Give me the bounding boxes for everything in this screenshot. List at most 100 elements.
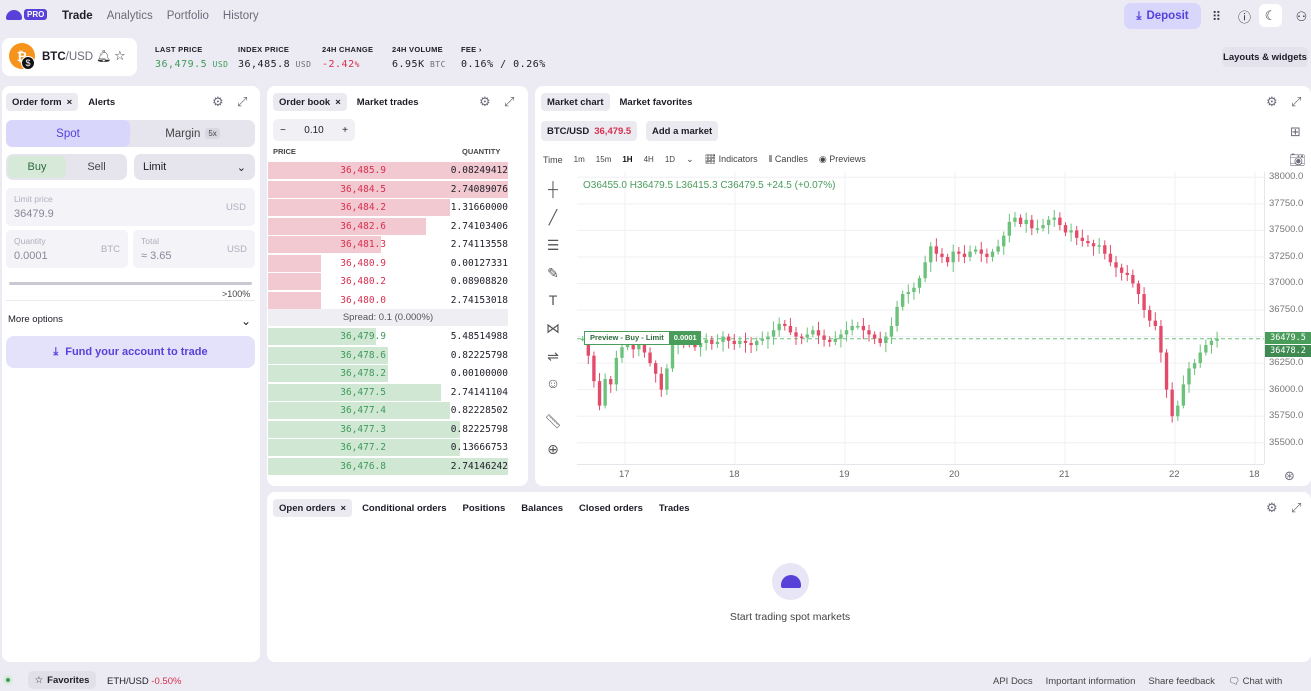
measure-lines-icon[interactable]: ⇌ [542, 345, 564, 367]
settings-gear-icon[interactable]: ⚙ [479, 94, 491, 110]
kraken-pro-logo[interactable]: PRO [6, 9, 48, 20]
total-field[interactable]: Total ≈ 3.65 USD [133, 230, 255, 268]
indicators-button[interactable]: 📈︎ Indicators [705, 154, 758, 165]
expand-icon[interactable]: ⤢ [504, 94, 514, 110]
ask-row[interactable]: 36,480.0 2.74153018 [268, 291, 508, 309]
add-market-button[interactable]: Add a market [646, 121, 719, 141]
brush-icon[interactable]: ✎ [542, 262, 564, 284]
dark-mode-icon[interactable]: ☾ [1259, 4, 1282, 27]
tab-trades[interactable]: Trades [653, 499, 696, 517]
tab-alerts[interactable]: Alerts [82, 93, 121, 111]
candles-button[interactable]: ⫴ Candles [769, 154, 808, 165]
tab-market-favorites[interactable]: Market favorites [614, 93, 699, 111]
ask-row[interactable]: 36,485.9 0.08249412 [268, 161, 508, 179]
footer-ticker[interactable]: ETH/USD -0.50% [107, 676, 181, 687]
bell-icon[interactable]: 🔔︎ [96, 49, 111, 63]
account-icon[interactable]: ⚇ [1293, 8, 1310, 25]
camera-icon[interactable]: 📷︎ [1289, 152, 1306, 168]
fund-account-button[interactable]: ⤓ Fund your account to trade [6, 336, 255, 368]
tab-order-form[interactable]: Order form × [6, 93, 79, 111]
bid-row[interactable]: 36,477.3 0.82225798 [268, 420, 508, 438]
interval-1d[interactable]: 1D [665, 155, 675, 164]
amount-slider[interactable] [9, 282, 252, 285]
bid-row[interactable]: 36,477.5 2.74141104 [268, 383, 508, 401]
tab-market-trades[interactable]: Market trades [351, 93, 425, 111]
chevron-down-icon[interactable]: ⌄ [686, 154, 694, 165]
bid-row[interactable]: 36,477.4 0.82228502 [268, 401, 508, 419]
crosshair-icon[interactable]: ┼ [542, 178, 564, 200]
limit-price-field[interactable]: Limit price 36479.9 USD [6, 188, 255, 226]
bid-row[interactable]: 36,478.6 0.82225798 [268, 346, 508, 364]
api-docs-link[interactable]: API Docs [993, 676, 1033, 687]
spot-button[interactable]: Spot [6, 120, 130, 147]
apps-grid-icon[interactable]: ⠿ [1208, 8, 1225, 25]
tab-open-orders[interactable]: Open orders × [273, 499, 353, 517]
emoji-icon[interactable]: ☺ [542, 372, 564, 394]
tab-closed-orders[interactable]: Closed orders [573, 499, 649, 517]
ask-row[interactable]: 36,484.5 2.74089076 [268, 180, 508, 198]
layout-grid-icon[interactable]: ⊞ [1290, 124, 1301, 140]
share-feedback-link[interactable]: Share feedback [1148, 676, 1215, 687]
interval-1m[interactable]: 1m [574, 155, 585, 164]
order-type-select[interactable]: Limit ⌄ [134, 154, 255, 180]
interval-1h[interactable]: 1H [622, 155, 632, 164]
ask-row[interactable]: 36,481.3 2.74113558 [268, 235, 508, 253]
ruler-icon[interactable]: 📏︎ [542, 410, 564, 432]
price-axis[interactable]: 38000.0 37750.0 37500.0 37250.0 37000.0 36750… [1264, 171, 1311, 464]
tab-conditional-orders[interactable]: Conditional orders [356, 499, 452, 517]
plus-button[interactable]: + [342, 125, 348, 136]
price-step-stepper[interactable]: − 0.10 + [273, 119, 355, 141]
horizontal-lines-icon[interactable]: ☰ [542, 234, 564, 256]
ask-row[interactable]: 36,482.6 2.74103406 [268, 217, 508, 235]
price-chart[interactable] [577, 172, 1264, 464]
bid-row[interactable]: 36,477.2 0.13666753 [268, 438, 508, 456]
nav-trade[interactable]: Trade [62, 10, 93, 22]
close-icon[interactable]: × [341, 503, 347, 514]
interval-4h[interactable]: 4H [644, 155, 654, 164]
time-axis[interactable]: 17 18 19 20 21 22 18 [577, 465, 1264, 483]
previews-button[interactable]: ◉ Previews [819, 154, 866, 165]
interval-15m[interactable]: 15m [596, 155, 612, 164]
expand-icon[interactable]: ⤢ [1291, 500, 1301, 516]
quantity-field[interactable]: Quantity 0.0001 BTC [6, 230, 128, 268]
bid-row[interactable]: 36,479.9 5.48514988 [268, 327, 508, 345]
minus-button[interactable]: − [280, 125, 286, 136]
ask-row[interactable]: 36,484.2 1.31660000 [268, 198, 508, 216]
nav-portfolio[interactable]: Portfolio [167, 10, 209, 22]
tab-order-book[interactable]: Order book × [273, 93, 347, 111]
settings-gear-icon[interactable]: ⚙ [1266, 500, 1278, 516]
star-icon[interactable]: ☆ [114, 48, 126, 64]
close-icon[interactable]: × [67, 97, 73, 108]
stat-fee[interactable]: FEE › 0.16% / 0.26% [461, 45, 546, 70]
settings-gear-icon[interactable]: ⚙ [212, 94, 224, 110]
deposit-button[interactable]: ⤓ Deposit [1124, 3, 1201, 29]
help-icon[interactable]: ⓘ [1236, 8, 1253, 25]
nav-history[interactable]: History [223, 10, 259, 22]
chart-settings-icon[interactable]: ⊛ [1284, 468, 1295, 484]
expand-icon[interactable]: ⤢ [1291, 94, 1301, 110]
settings-gear-icon[interactable]: ⚙ [1266, 94, 1278, 110]
margin-button[interactable]: Margin 5x [130, 120, 255, 147]
text-tool-icon[interactable]: T [542, 289, 564, 311]
close-icon[interactable]: × [335, 97, 341, 108]
zoom-in-icon[interactable]: ⊕ [542, 438, 564, 460]
tab-balances[interactable]: Balances [515, 499, 569, 517]
chart-pair-chip[interactable]: BTC/USD 36,479.5 [541, 121, 638, 141]
trend-line-icon[interactable]: ╱ [542, 206, 564, 228]
buy-button[interactable]: Buy [8, 156, 66, 178]
more-options-toggle[interactable]: More options ⌄ [8, 314, 251, 328]
pattern-icon[interactable]: ⋈ [542, 317, 564, 339]
nav-analytics[interactable]: Analytics [107, 10, 153, 22]
ask-row[interactable]: 36,480.2 0.08908820 [268, 272, 508, 290]
tab-market-chart[interactable]: Market chart [541, 93, 610, 111]
order-preview-label[interactable]: Preview - Buy - Limit 0.0001 [584, 331, 701, 345]
bid-row[interactable]: 36,476.8 2.74146242 [268, 457, 508, 475]
sell-button[interactable]: Sell [68, 156, 125, 178]
expand-icon[interactable]: ⤢ [237, 94, 247, 110]
favorites-button[interactable]: ☆ Favorites [28, 671, 96, 689]
chat-link[interactable]: 🗨︎ Chat with [1228, 676, 1282, 687]
tab-positions[interactable]: Positions [457, 499, 512, 517]
important-info-link[interactable]: Important information [1046, 676, 1136, 687]
bid-row[interactable]: 36,478.2 0.00100000 [268, 364, 508, 382]
layouts-widgets-button[interactable]: Layouts & widgets [1222, 47, 1308, 67]
